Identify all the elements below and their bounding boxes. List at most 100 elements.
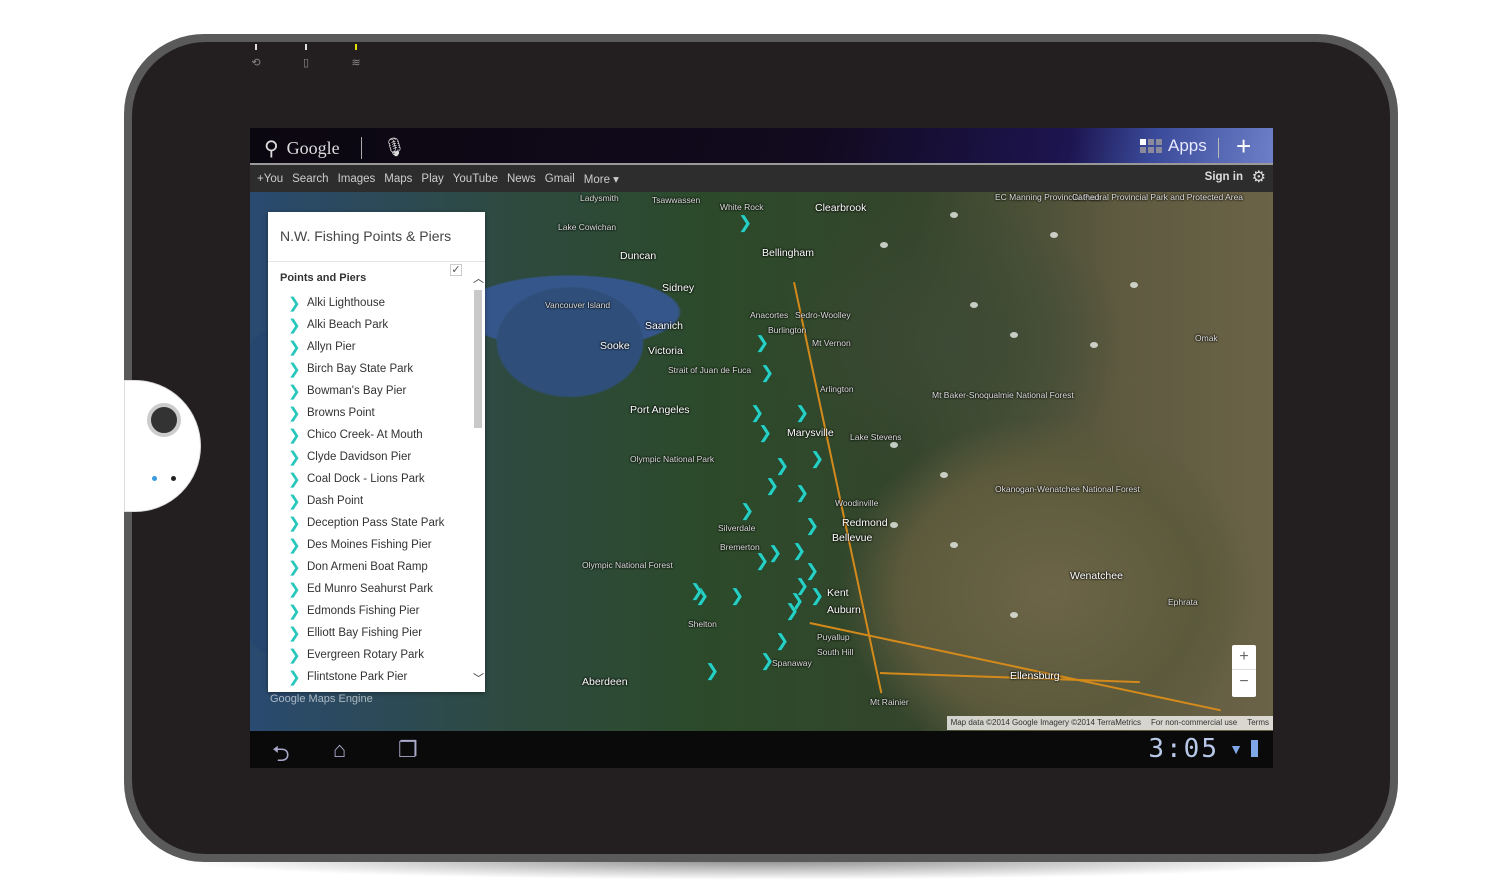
fishing-point-marker[interactable]: ❯ — [755, 552, 769, 569]
list-item-label: Browns Point — [307, 407, 375, 419]
fishing-point-marker[interactable]: ❯ — [738, 214, 752, 231]
nav-play[interactable]: Play — [421, 173, 443, 185]
home-icon[interactable]: ⌂ — [333, 737, 346, 763]
fishing-point-marker[interactable]: ❯ — [805, 517, 819, 534]
nav-you[interactable]: +You — [257, 173, 283, 185]
nav-images[interactable]: Images — [338, 173, 376, 185]
chevron-up-icon[interactable]: ︿ — [473, 270, 484, 286]
fish-icon: ❯ — [288, 361, 301, 378]
fishing-point-marker[interactable]: ❯ — [750, 404, 764, 421]
google-top-bar: ⚲ Google 🎙︎ Apps + — [250, 128, 1273, 165]
list-item[interactable]: ❯ Bowman's Bay Pier — [288, 380, 444, 402]
microphone-icon[interactable]: 🎙︎ — [383, 137, 406, 158]
map-place-label: Burlington — [768, 325, 807, 335]
list-item[interactable]: ❯ Birch Bay State Park — [288, 358, 444, 380]
list-item[interactable]: ❯ Des Moines Fishing Pier — [288, 534, 444, 556]
attribution-text: Map data ©2014 Google Imagery ©2014 Terr… — [950, 718, 1141, 727]
snow-patch — [890, 522, 898, 528]
zoom-in-button[interactable]: + — [1232, 645, 1256, 669]
list-item-label: Alki Beach Park — [307, 319, 389, 331]
map-place-label: Strait of Juan de Fuca — [668, 365, 752, 375]
fishing-point-marker[interactable]: ❯ — [785, 602, 799, 619]
map-place-label: Cathedral Provincial Park and Protected … — [1072, 192, 1244, 202]
add-icon[interactable]: + — [1236, 131, 1251, 162]
map-place-label: Okanogan-Wenatchee National Forest — [995, 484, 1140, 494]
map-title: N.W. Fishing Points & Piers — [268, 212, 485, 262]
list-item[interactable]: ❯ Dash Point — [288, 490, 444, 512]
layer-checkbox[interactable]: ✓ — [450, 264, 462, 276]
fishing-point-marker[interactable]: ❯ — [795, 484, 809, 501]
scrollbar[interactable]: ︿ ﹀ — [471, 270, 485, 692]
nav-more[interactable]: More ▾ — [584, 172, 619, 186]
terms-link[interactable]: Terms — [1247, 717, 1269, 729]
fishing-point-marker[interactable]: ❯ — [775, 632, 789, 649]
fishing-point-marker[interactable]: ❯ — [755, 334, 769, 351]
snow-patch — [1130, 282, 1138, 288]
chevron-down-icon[interactable]: ﹀ — [473, 670, 484, 686]
nav-maps[interactable]: Maps — [384, 173, 412, 185]
list-item[interactable]: ❯ Don Armeni Boat Ramp — [288, 556, 444, 578]
fish-icon: ❯ — [288, 559, 301, 576]
apps-button[interactable]: Apps — [1140, 136, 1207, 156]
map-place-label: Vancouver Island — [545, 300, 611, 310]
zoom-out-button[interactable]: − — [1232, 669, 1256, 694]
map-place-label: Kent — [827, 587, 849, 599]
list-item[interactable]: ❯ Browns Point — [288, 402, 444, 424]
list-item-label: Elliott Bay Fishing Pier — [307, 627, 423, 639]
fishing-point-marker[interactable]: ❯ — [792, 542, 806, 559]
list-item[interactable]: ❯ Allyn Pier — [288, 336, 444, 358]
nav-gmail[interactable]: Gmail — [545, 173, 575, 185]
map-place-label: Bremerton — [720, 542, 760, 552]
fishing-point-marker[interactable]: ❯ — [740, 502, 754, 519]
fishing-point-marker[interactable]: ❯ — [768, 544, 782, 561]
nav-news[interactable]: News — [507, 173, 536, 185]
fish-icon: ❯ — [288, 493, 301, 510]
list-item[interactable]: ❯ Deception Pass State Park — [288, 512, 444, 534]
nav-youtube[interactable]: YouTube — [453, 173, 498, 185]
signal-icon: ▼ — [1229, 741, 1243, 757]
fishing-point-marker[interactable]: ❯ — [690, 582, 704, 599]
list-item[interactable]: ❯ Edmonds Fishing Pier — [288, 600, 444, 622]
back-icon[interactable]: ⮌ — [272, 737, 290, 768]
fishing-point-marker[interactable]: ❯ — [765, 477, 779, 494]
apps-grid-icon — [1140, 139, 1162, 153]
fishing-point-marker[interactable]: ❯ — [760, 364, 774, 381]
map-place-label: Duncan — [620, 250, 657, 262]
map-place-label: White Rock — [720, 202, 764, 212]
search-box[interactable]: ⚲ Google — [264, 136, 340, 160]
fish-icon: ❯ — [288, 647, 301, 664]
recent-apps-icon[interactable]: ❐ — [398, 737, 418, 763]
snow-patch — [1010, 612, 1018, 618]
list-item[interactable]: ❯ Evergreen Rotary Park — [288, 644, 444, 666]
fishing-point-marker[interactable]: ❯ — [795, 404, 809, 421]
list-item[interactable]: ❯ Ed Munro Seahurst Park — [288, 578, 444, 600]
list-item-label: Deception Pass State Park — [307, 517, 445, 529]
fishing-point-marker[interactable]: ❯ — [775, 457, 789, 474]
fish-icon: ❯ — [288, 581, 301, 598]
fish-icon: ❯ — [288, 383, 301, 400]
fishing-point-marker[interactable]: ❯ — [810, 450, 824, 467]
sign-in-link[interactable]: Sign in — [1205, 171, 1243, 183]
fishing-point-marker[interactable]: ❯ — [810, 587, 824, 604]
gear-icon[interactable]: ⚙ — [1252, 167, 1266, 187]
nav-search[interactable]: Search — [292, 173, 328, 185]
map-place-label: Puyallup — [817, 632, 850, 642]
map-place-label: Mt Vernon — [812, 338, 851, 348]
list-item[interactable]: ❯ Chico Creek- At Mouth — [288, 424, 444, 446]
list-item[interactable]: ❯ Alki Beach Park — [288, 314, 444, 336]
list-item[interactable]: ❯ Elliott Bay Fishing Pier — [288, 622, 444, 644]
list-item[interactable]: ❯ Clyde Davidson Pier — [288, 446, 444, 468]
list-item[interactable]: ❯ Alki Lighthouse — [288, 292, 444, 314]
list-item-label: Bowman's Bay Pier — [307, 385, 407, 397]
map-place-label: Sidney — [662, 282, 695, 294]
list-item[interactable]: ❯ Coal Dock - Lions Park — [288, 468, 444, 490]
list-item-label: Edmonds Fishing Pier — [307, 605, 420, 617]
fishing-point-marker[interactable]: ❯ — [760, 652, 774, 669]
layers-panel: N.W. Fishing Points & Piers Points and P… — [268, 212, 485, 692]
fishing-point-marker[interactable]: ❯ — [758, 424, 772, 441]
fishing-point-marker[interactable]: ❯ — [730, 587, 744, 604]
scrollbar-thumb[interactable] — [474, 290, 482, 428]
snow-patch — [890, 442, 898, 448]
list-item[interactable]: ❯ Flintstone Park Pier — [288, 666, 444, 688]
fishing-point-marker[interactable]: ❯ — [705, 662, 719, 679]
